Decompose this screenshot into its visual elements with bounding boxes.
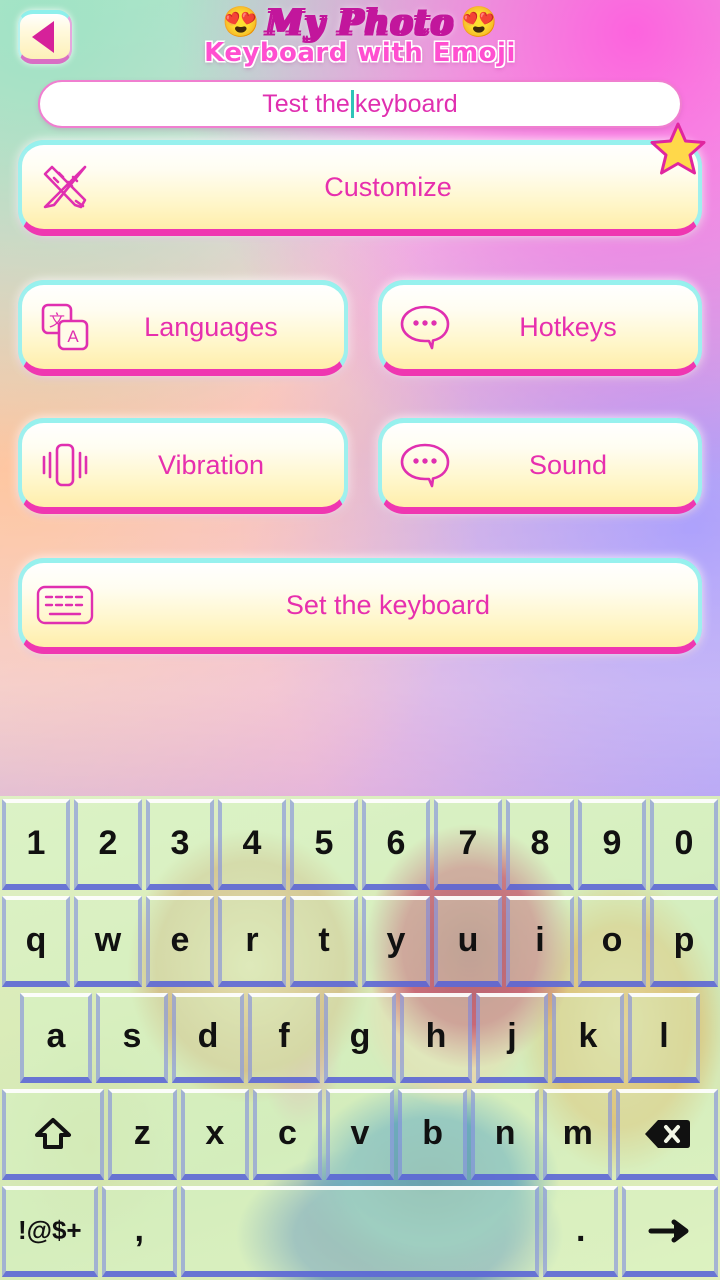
languages-label: Languages	[144, 311, 278, 342]
keyboard-row-numbers: 1 2 3 4 5 6 7 8 9 0	[0, 796, 720, 893]
keyboard-row-space: !@$+ , .	[0, 1183, 720, 1280]
period-key[interactable]: .	[543, 1186, 619, 1277]
translate-icon: 文 A	[22, 301, 108, 353]
backspace-key[interactable]	[616, 1089, 718, 1181]
text-caret	[350, 90, 354, 118]
speech-bubble-icon	[382, 442, 468, 488]
key-9[interactable]: 9	[578, 799, 646, 890]
key-j[interactable]: j	[476, 992, 548, 1084]
shift-key[interactable]	[2, 1089, 104, 1181]
app-root: 😍 My Photo 😍 Keyboard with Emoji Test th…	[0, 0, 720, 1280]
key-2[interactable]: 2	[74, 799, 142, 890]
header: 😍 My Photo 😍 Keyboard with Emoji	[0, 0, 720, 72]
space-key[interactable]	[180, 1186, 540, 1277]
key-v[interactable]: v	[325, 1089, 395, 1181]
sound-label: Sound	[528, 449, 608, 480]
key-z[interactable]: z	[107, 1089, 177, 1181]
app-title: My Photo	[265, 3, 455, 43]
test-input-value: Test the	[262, 89, 350, 118]
test-input-value-tail: keyboard	[354, 89, 458, 118]
keyboard-row-bottom: z x c v b n m	[0, 1086, 720, 1183]
symbols-key[interactable]: !@$+	[2, 1186, 98, 1277]
set-keyboard-button[interactable]: Set the keyboard	[18, 558, 702, 654]
key-b[interactable]: b	[398, 1089, 467, 1181]
key-y[interactable]: y	[362, 895, 430, 987]
app-subtitle: Keyboard with Emoji	[204, 38, 516, 68]
sound-button[interactable]: Sound	[378, 418, 702, 514]
set-keyboard-label: Set the keyboard	[285, 589, 491, 620]
key-3[interactable]: 3	[146, 799, 214, 890]
customize-label: Customize	[324, 171, 452, 202]
heart-eyes-emoji-right: 😍	[460, 6, 498, 39]
hotkeys-button[interactable]: Hotkeys	[378, 280, 702, 376]
key-u[interactable]: u	[434, 895, 502, 987]
keyboard-row-top: q w e r t y u i o p	[0, 893, 720, 990]
speech-bubble-icon	[382, 304, 468, 350]
key-r[interactable]: r	[218, 895, 286, 987]
key-4[interactable]: 4	[218, 799, 286, 890]
key-d[interactable]: d	[172, 992, 244, 1084]
key-a[interactable]: a	[20, 992, 92, 1084]
key-m[interactable]: m	[543, 1089, 613, 1181]
key-c[interactable]: c	[253, 1089, 322, 1181]
key-t[interactable]: t	[290, 895, 358, 987]
key-f[interactable]: f	[248, 992, 320, 1084]
key-x[interactable]: x	[180, 1089, 250, 1181]
key-h[interactable]: h	[400, 992, 472, 1084]
languages-button[interactable]: 文 A Languages	[18, 280, 348, 376]
test-keyboard-input[interactable]: Test the keyboard	[38, 80, 682, 128]
key-6[interactable]: 6	[362, 799, 430, 890]
key-w[interactable]: w	[74, 895, 142, 987]
key-7[interactable]: 7	[434, 799, 502, 890]
keyboard-icon	[22, 583, 108, 627]
key-n[interactable]: n	[470, 1089, 540, 1181]
customize-button[interactable]: Customize	[18, 122, 706, 236]
app-title-block: 😍 My Photo 😍 Keyboard with Emoji	[0, 2, 720, 68]
svg-text:A: A	[67, 327, 79, 346]
key-i[interactable]: i	[506, 895, 574, 987]
vibration-label: Vibration	[157, 449, 265, 480]
key-5[interactable]: 5	[290, 799, 358, 890]
key-l[interactable]: l	[628, 992, 700, 1084]
key-0[interactable]: 0	[650, 799, 718, 890]
on-screen-keyboard: 1 2 3 4 5 6 7 8 9 0 q w e r t y u i o p …	[0, 796, 720, 1280]
keyboard-rows: 1 2 3 4 5 6 7 8 9 0 q w e r t y u i o p …	[0, 796, 720, 1280]
key-q[interactable]: q	[2, 895, 70, 987]
key-g[interactable]: g	[324, 992, 396, 1084]
key-8[interactable]: 8	[506, 799, 574, 890]
ruler-pencil-icon	[22, 160, 108, 214]
key-s[interactable]: s	[96, 992, 168, 1084]
heart-eyes-emoji-left: 😍	[222, 6, 260, 39]
key-k[interactable]: k	[552, 992, 624, 1084]
vibration-button[interactable]: Vibration	[18, 418, 348, 514]
key-p[interactable]: p	[650, 895, 718, 987]
enter-key[interactable]	[622, 1186, 718, 1277]
hotkeys-label: Hotkeys	[519, 311, 617, 342]
vibration-icon	[22, 440, 108, 490]
key-1[interactable]: 1	[2, 799, 70, 890]
comma-key[interactable]: ,	[101, 1186, 177, 1277]
key-e[interactable]: e	[146, 895, 214, 987]
keyboard-row-home: a s d f g h j k l	[0, 990, 720, 1087]
key-o[interactable]: o	[578, 895, 646, 987]
